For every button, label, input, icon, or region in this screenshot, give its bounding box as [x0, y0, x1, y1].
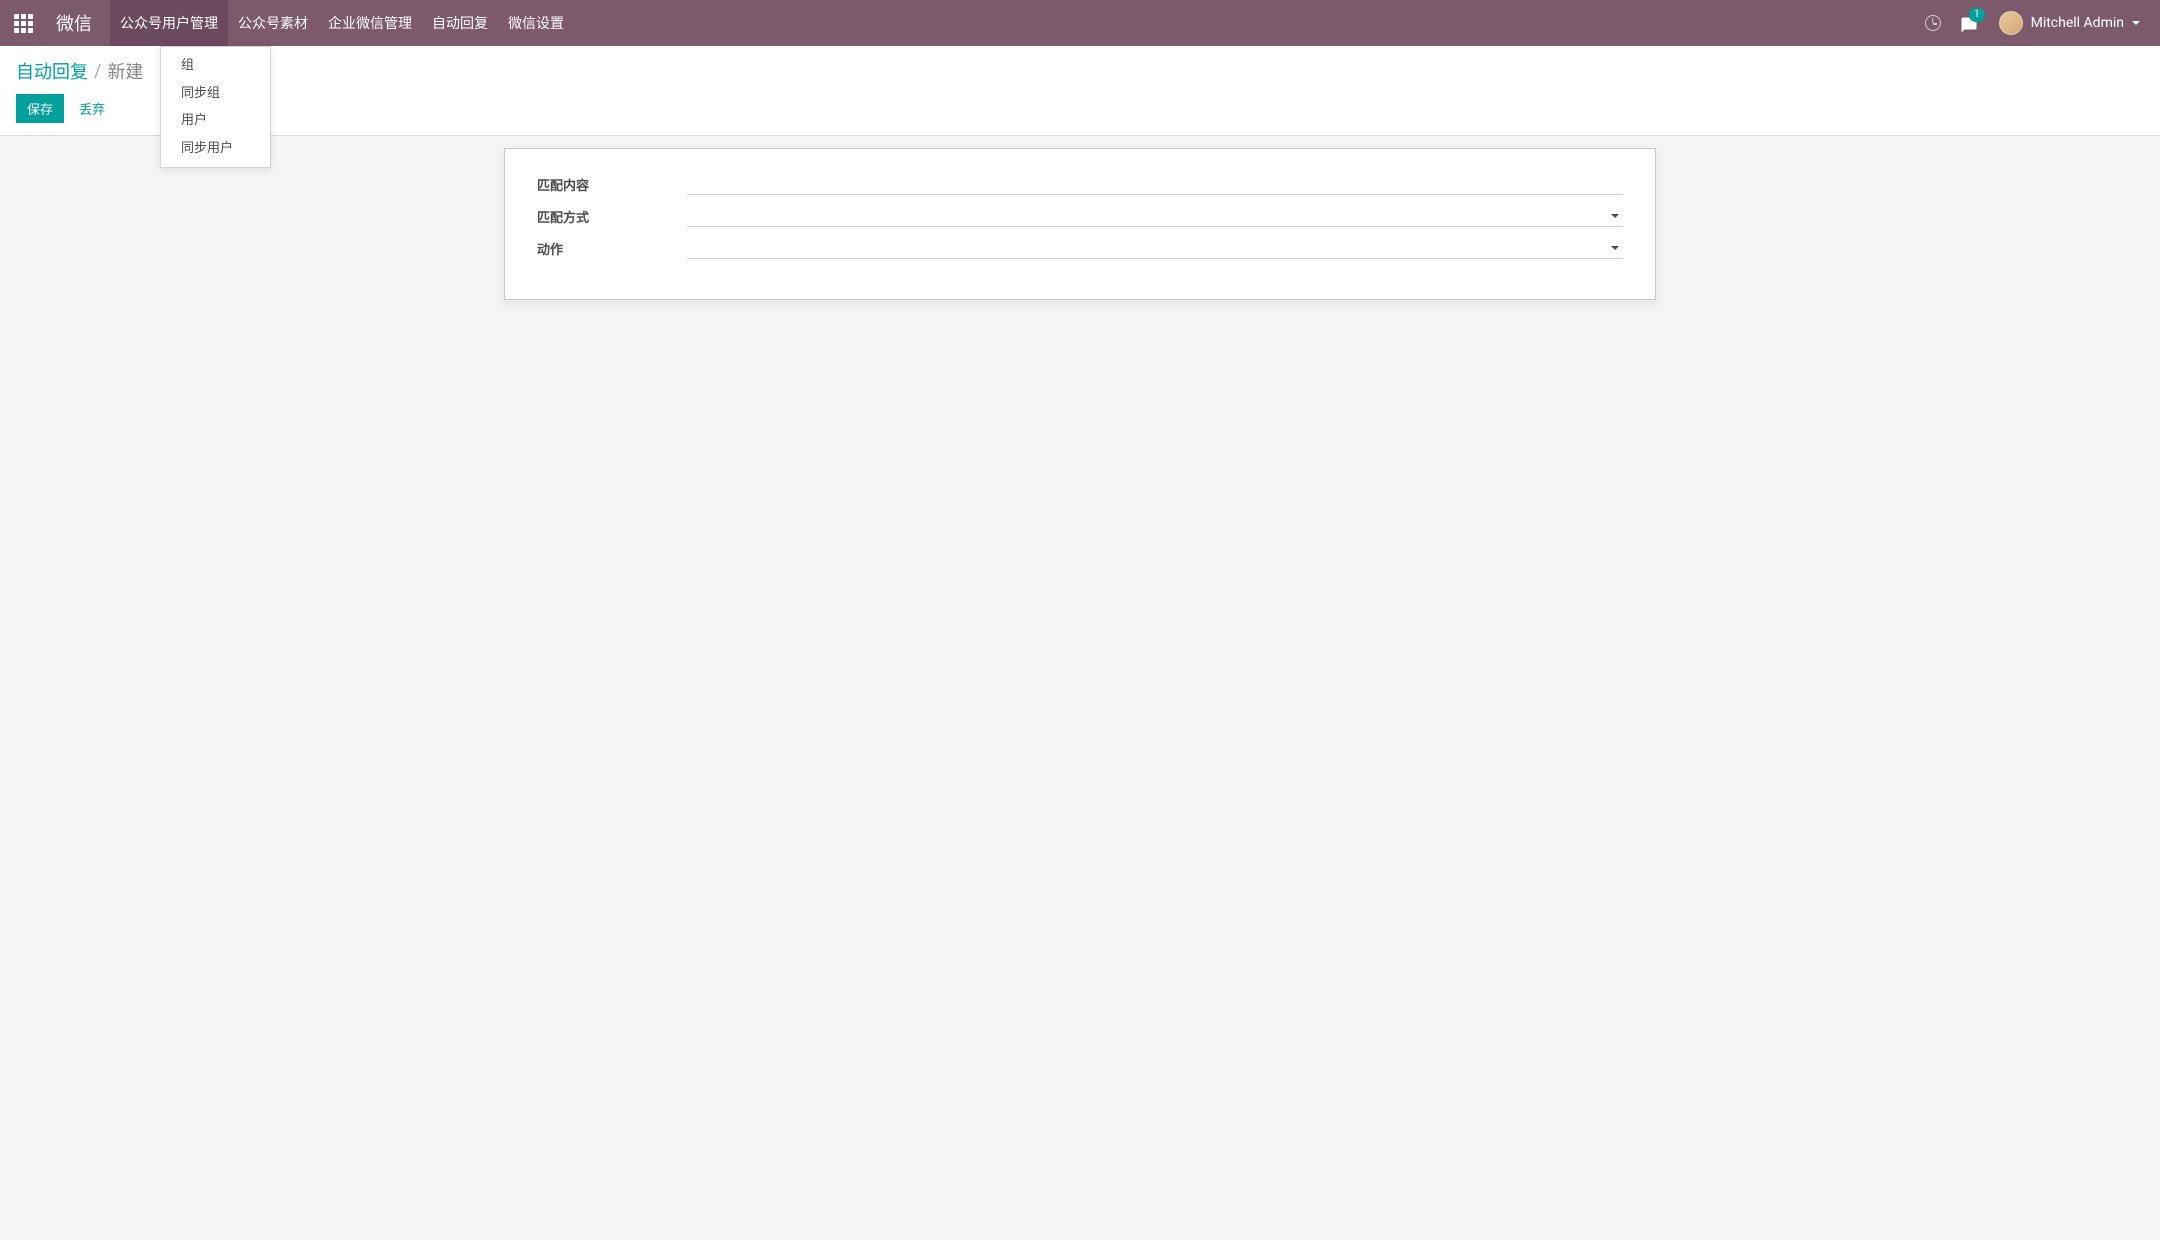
main-navbar: 微信 公众号用户管理 公众号素材 企业微信管理 自动回复 微信设置 1 M: [0, 0, 2160, 46]
user-management-dropdown: 组 同步组 用户 同步用户: [160, 46, 271, 168]
match-content-input[interactable]: [687, 173, 1623, 195]
form-row-action: 动作: [537, 237, 1623, 259]
chevron-down-icon: [2132, 21, 2140, 25]
action-field-wrapper: [687, 237, 1623, 259]
dropdown-item-sync-group[interactable]: 同步组: [161, 80, 270, 108]
dropdown-item-label: 同步用户: [181, 141, 233, 156]
match-method-select[interactable]: [687, 205, 1623, 227]
messages-button[interactable]: 1: [1951, 0, 1987, 46]
action-label: 动作: [537, 239, 687, 258]
discard-button[interactable]: 丢弃: [68, 94, 116, 123]
match-content-field-wrapper: [687, 173, 1623, 195]
clock-icon: [1925, 15, 1941, 31]
form-row-match-method: 匹配方式: [537, 205, 1623, 227]
match-content-label: 匹配内容: [537, 175, 687, 194]
apps-launcher-icon[interactable]: [0, 0, 46, 46]
breadcrumb-current: 新建: [107, 58, 143, 84]
dropdown-item-label: 组: [181, 58, 194, 73]
action-buttons: 保存 丢弃: [16, 94, 2144, 123]
nav-item-label: 企业微信管理: [328, 13, 412, 33]
nav-user-management[interactable]: 公众号用户管理: [110, 0, 228, 46]
user-name-label: Mitchell Admin: [2031, 15, 2124, 31]
nav-enterprise-management[interactable]: 企业微信管理: [318, 0, 422, 46]
breadcrumb-parent[interactable]: 自动回复: [16, 58, 88, 84]
dropdown-item-group[interactable]: 组: [161, 52, 270, 80]
activity-button[interactable]: [1915, 0, 1951, 46]
match-method-field-wrapper: [687, 205, 1623, 227]
user-menu[interactable]: Mitchell Admin: [1987, 0, 2148, 46]
nav-auto-reply[interactable]: 自动回复: [422, 0, 498, 46]
breadcrumb-sep: /: [94, 61, 101, 82]
dropdown-item-user[interactable]: 用户: [161, 107, 270, 135]
match-method-label: 匹配方式: [537, 207, 687, 226]
dropdown-item-label: 用户: [181, 113, 207, 128]
nav-material[interactable]: 公众号素材: [228, 0, 318, 46]
dropdown-item-sync-user[interactable]: 同步用户: [161, 135, 270, 163]
nav-wechat-settings[interactable]: 微信设置: [498, 0, 574, 46]
avatar: [1999, 11, 2023, 35]
chevron-down-icon: [1611, 246, 1619, 250]
form-group: 匹配内容 匹配方式 动作: [537, 173, 1623, 259]
action-select[interactable]: [687, 237, 1623, 259]
grid-icon: [14, 14, 33, 33]
brand-title[interactable]: 微信: [46, 10, 110, 36]
breadcrumb: 自动回复 / 新建: [16, 58, 2144, 84]
chevron-down-icon: [1611, 214, 1619, 218]
nav-item-label: 自动回复: [432, 13, 488, 33]
nav-item-label: 公众号素材: [238, 13, 308, 33]
content-area: 匹配内容 匹配方式 动作: [0, 136, 2160, 312]
save-button[interactable]: 保存: [16, 94, 64, 123]
nav-item-label: 微信设置: [508, 13, 564, 33]
form-row-match-content: 匹配内容: [537, 173, 1623, 195]
nav-item-label: 公众号用户管理: [120, 13, 218, 33]
form-sheet: 匹配内容 匹配方式 动作: [504, 148, 1656, 300]
dropdown-item-label: 同步组: [181, 86, 220, 101]
message-count-badge: 1: [1969, 8, 1985, 22]
control-panel: 自动回复 / 新建 保存 丢弃: [0, 46, 2160, 136]
nav-menu: 公众号用户管理 公众号素材 企业微信管理 自动回复 微信设置: [110, 0, 574, 46]
nav-right: 1 Mitchell Admin: [1915, 0, 2160, 46]
